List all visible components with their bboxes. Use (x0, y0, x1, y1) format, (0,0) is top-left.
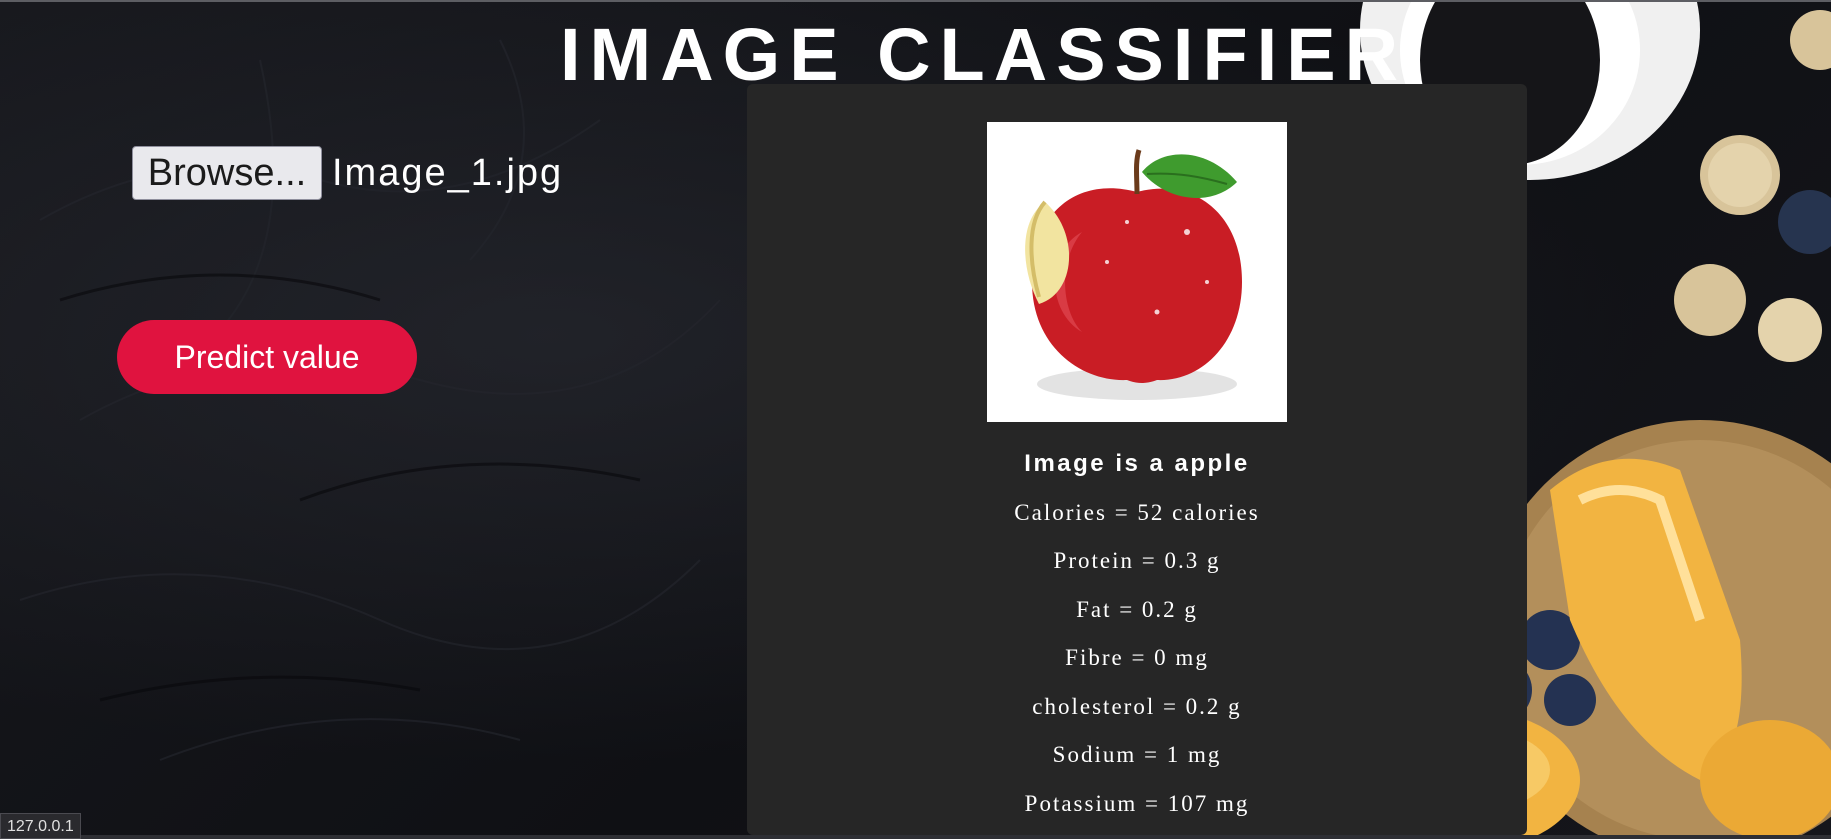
selected-file-name: Image_1.jpg (332, 151, 564, 194)
nutrient-fat: Fat = 0.2 g (1076, 597, 1198, 622)
top-border (0, 0, 1831, 2)
nutrient-calories: Calories = 52 calories (1014, 500, 1260, 525)
result-card: Image is a apple Calories = 52 calories … (747, 84, 1527, 835)
browse-button[interactable]: Browse... (132, 146, 322, 200)
bottom-border (0, 835, 1831, 839)
uploaded-image-preview (987, 122, 1287, 422)
status-bar-url: 127.0.0.1 (0, 813, 81, 839)
nutrient-fibre: Fibre = 0 mg (1065, 645, 1209, 670)
predict-button[interactable]: Predict value (117, 320, 417, 394)
prediction-result: Image is a apple (1024, 450, 1250, 477)
nutrient-sodium: Sodium = 1 mg (1052, 742, 1222, 767)
nutrient-potassium: Potassium = 107 mg (1024, 791, 1250, 816)
nutrient-cholesterol: cholesterol = 0.2 g (1032, 694, 1242, 719)
file-upload: Browse... Image_1.jpg (132, 146, 563, 200)
apple-image (1025, 149, 1242, 400)
nutrient-protein: Protein = 0.3 g (1053, 548, 1221, 573)
